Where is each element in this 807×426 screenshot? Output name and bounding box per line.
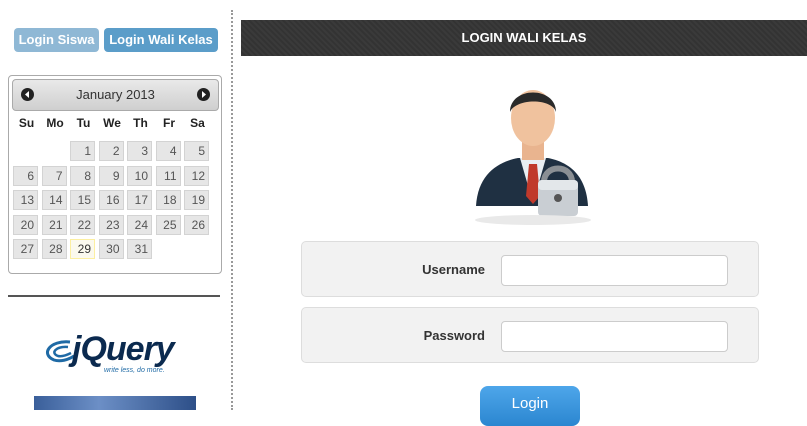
month-label: January 2013: [76, 87, 155, 102]
jquery-tagline: write less, do more.: [104, 367, 165, 374]
calendar-day[interactable]: 22: [70, 214, 95, 235]
weekday-label: Mo: [46, 116, 64, 130]
calendar-day[interactable]: 8: [70, 165, 95, 186]
calendar-day[interactable]: 15: [70, 190, 95, 210]
calendar-day[interactable]: 16: [98, 190, 124, 210]
calendar-day[interactable]: 28: [41, 239, 67, 259]
datepicker: January 2013 Su Mo Tu We Th Fr Sa 1 2 3 4 5 6 7 8 9 10 11…: [8, 75, 222, 274]
calendar-day[interactable]: 11: [155, 165, 181, 186]
jquery-swirl-icon: [46, 340, 75, 363]
calendar-day[interactable]: 14: [41, 190, 67, 210]
sidebar-divider: [8, 295, 220, 297]
jquery-wordmark: jQuery: [72, 330, 175, 368]
weekday-label: Fr: [163, 116, 175, 130]
weekday-label: We: [103, 116, 121, 130]
calendar-day[interactable]: 24: [127, 214, 152, 235]
calendar-day[interactable]: 21: [41, 214, 67, 235]
calendar-day[interactable]: 20: [13, 214, 38, 235]
calendar-day[interactable]: 18: [155, 190, 181, 210]
calendar-day[interactable]: 10: [127, 165, 152, 186]
weekday-label: Sa: [190, 116, 205, 130]
calendar-day[interactable]: 4: [155, 141, 181, 161]
password-input[interactable]: [501, 321, 728, 352]
calendar-day[interactable]: 1: [70, 141, 95, 161]
login-siswa-button[interactable]: Login Siswa: [14, 28, 99, 52]
calendar-day[interactable]: 31: [127, 239, 152, 259]
calendar-day[interactable]: 13: [13, 190, 38, 210]
datepicker-header: January 2013: [12, 79, 219, 111]
password-row: Password: [301, 307, 759, 363]
calendar-day[interactable]: 5: [184, 141, 209, 161]
column-divider: [231, 10, 233, 410]
sidebar-banner: [34, 396, 196, 410]
username-label: Username: [422, 262, 485, 277]
calendar-day[interactable]: 3: [127, 141, 152, 161]
password-label: Password: [423, 328, 485, 343]
calendar-day[interactable]: 27: [13, 239, 38, 259]
calendar-day[interactable]: 23: [98, 214, 124, 235]
login-button[interactable]: Login: [480, 386, 580, 426]
panel-title: LOGIN WALI KELAS: [241, 20, 807, 56]
calendar-day[interactable]: 2: [98, 141, 124, 161]
calendar-day[interactable]: 6: [13, 165, 38, 186]
user-lock-avatar-icon: [475, 90, 591, 225]
calendar-day[interactable]: 29: [70, 239, 95, 259]
jquery-logo: jQuery write less, do more.: [40, 330, 200, 380]
weekday-label: Su: [18, 116, 35, 130]
calendar-day[interactable]: 25: [155, 214, 181, 235]
calendar-day[interactable]: 17: [127, 190, 152, 210]
next-month-icon[interactable]: [197, 88, 210, 101]
calendar-day[interactable]: 26: [184, 214, 209, 235]
username-input[interactable]: [501, 255, 728, 286]
calendar-day[interactable]: 9: [98, 165, 124, 186]
weekday-label: Tu: [76, 116, 91, 130]
calendar-day[interactable]: 30: [98, 239, 124, 259]
login-wali-kelas-button[interactable]: Login Wali Kelas: [104, 28, 218, 52]
calendar-day[interactable]: 19: [184, 190, 209, 210]
calendar-day[interactable]: 7: [41, 165, 67, 186]
username-row: Username: [301, 241, 759, 297]
weekday-label: Th: [133, 116, 148, 130]
calendar-day[interactable]: 12: [184, 165, 209, 186]
